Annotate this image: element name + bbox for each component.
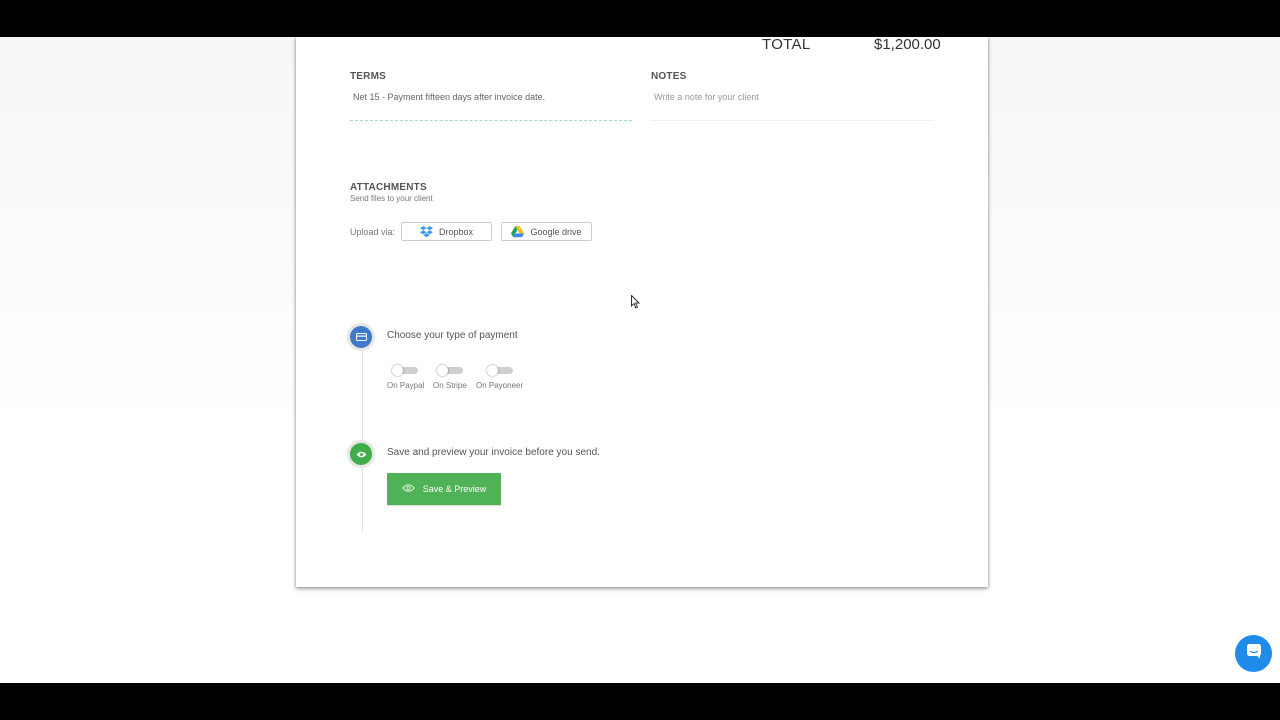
terms-field[interactable]: Net 15 - Payment fifteen days after invo… — [353, 92, 545, 102]
stripe-toggle[interactable] — [437, 364, 463, 376]
chat-icon — [1246, 643, 1262, 664]
attachments-subheading: Send files to your client — [350, 194, 433, 203]
save-preview-label: Save & Preview — [422, 484, 487, 494]
payoneer-label: On Payoneer — [476, 381, 524, 390]
total-label: TOTAL — [762, 36, 811, 53]
eye-icon — [401, 484, 415, 494]
payment-step-title: Choose your type of payment — [387, 330, 518, 341]
paypal-toggle[interactable] — [392, 364, 418, 376]
payment-step-icon — [350, 326, 372, 348]
chat-launcher-button[interactable] — [1235, 635, 1272, 672]
notes-underline — [651, 120, 934, 121]
eye-icon — [356, 445, 367, 463]
mouse-cursor-icon — [631, 294, 641, 314]
letterbox-top — [0, 0, 1280, 37]
dropbox-button[interactable]: Dropbox — [401, 222, 492, 241]
terms-underline — [350, 120, 632, 121]
paypal-label: On Paypal — [387, 381, 425, 390]
payoneer-toggle[interactable] — [487, 364, 513, 376]
dropbox-label: Dropbox — [438, 226, 474, 237]
google-drive-button[interactable]: Google drive — [501, 222, 592, 241]
upload-via-label: Upload via: — [350, 227, 396, 237]
letterbox-bottom — [0, 683, 1280, 720]
terms-heading: TERMS — [350, 71, 386, 82]
toggle-knob — [487, 364, 498, 376]
notes-heading: NOTES — [651, 71, 687, 82]
preview-step-icon — [350, 443, 372, 465]
google-drive-label: Google drive — [530, 226, 582, 237]
stripe-label: On Stripe — [433, 381, 467, 390]
google-drive-icon — [511, 225, 525, 238]
preview-step-title: Save and preview your invoice before you… — [387, 447, 600, 458]
toggle-knob — [437, 364, 448, 376]
save-preview-button[interactable]: Save & Preview — [387, 473, 501, 505]
timeline-line — [362, 338, 363, 532]
total-value: $1,200.00 — [874, 36, 941, 53]
notes-field[interactable]: Write a note for your client — [654, 92, 759, 102]
toggle-knob — [392, 364, 403, 376]
dropbox-icon — [419, 225, 433, 238]
attachments-heading: ATTACHMENTS — [350, 182, 427, 193]
card-icon — [355, 328, 367, 346]
